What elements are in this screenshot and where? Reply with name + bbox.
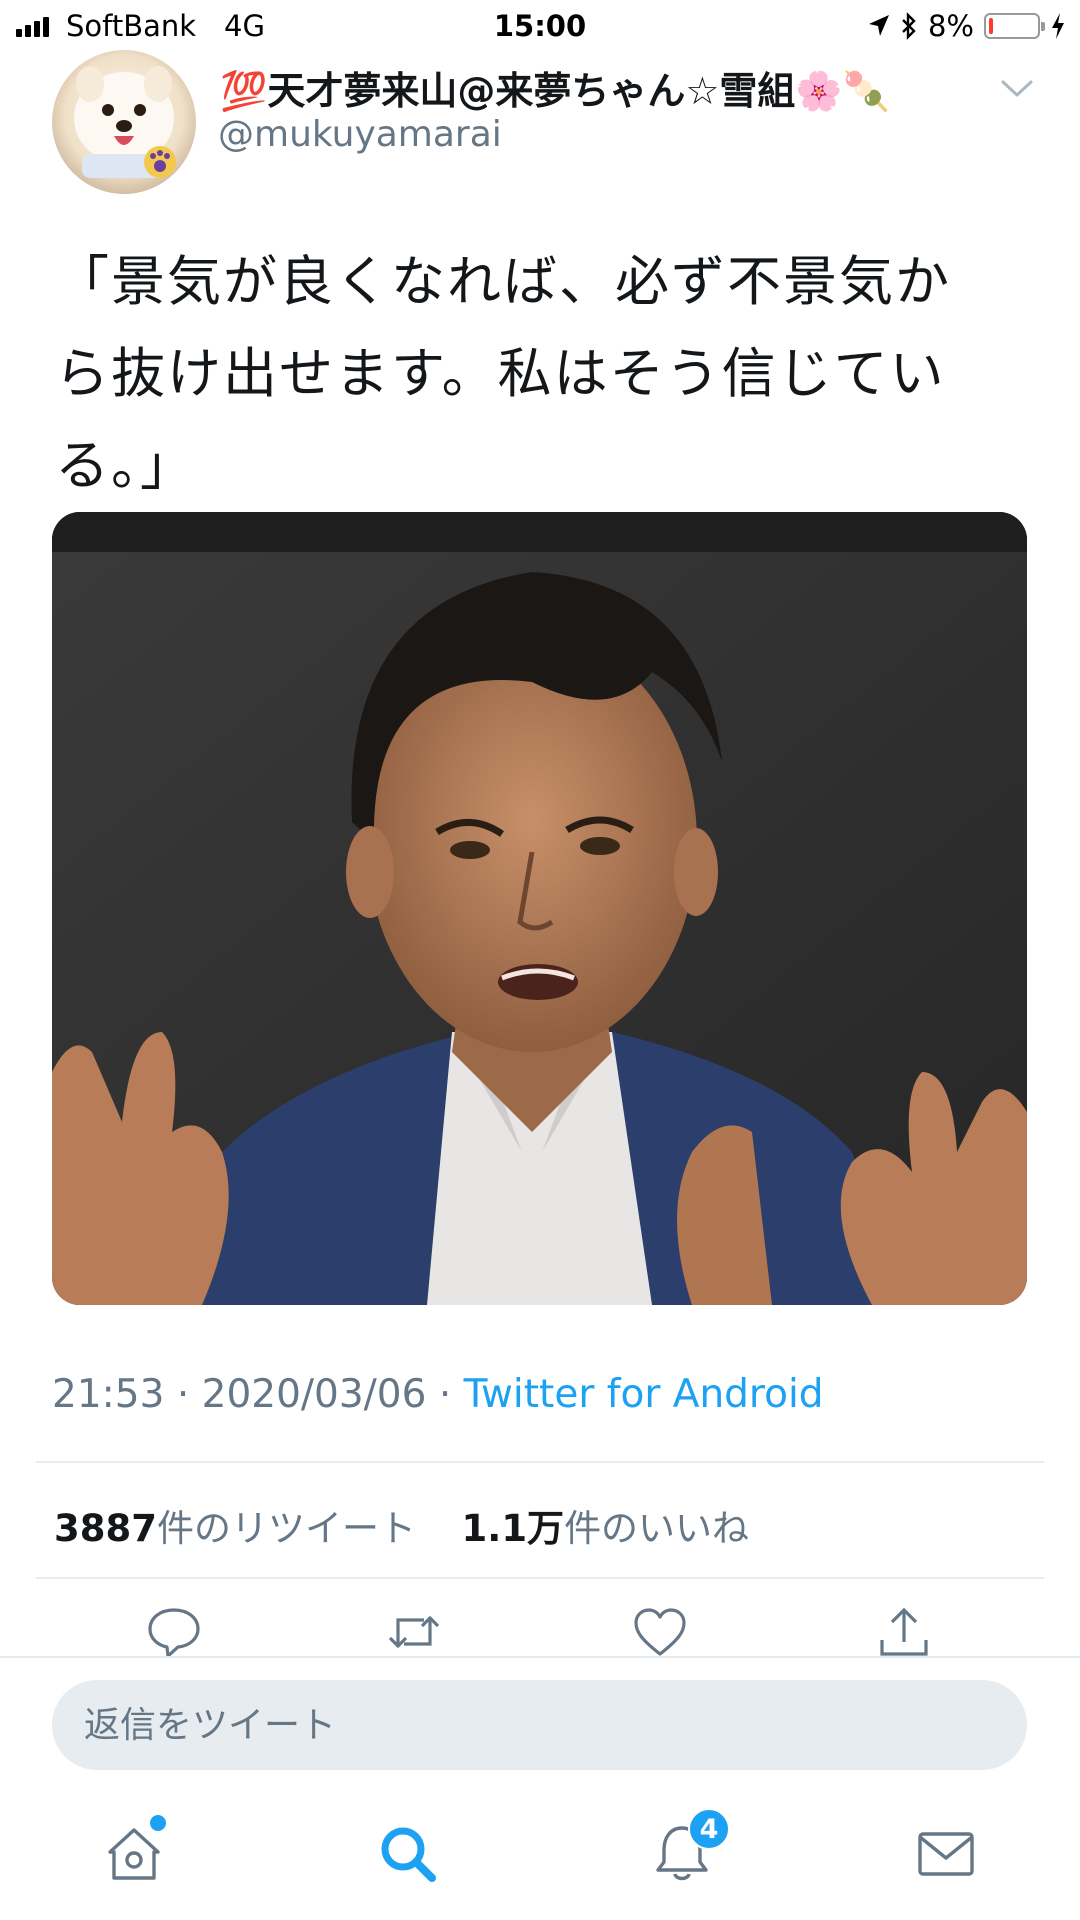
status-bar: SoftBank 4G 15:00 8% xyxy=(0,0,1080,52)
status-right: 8% xyxy=(868,9,1066,43)
retweet-icon xyxy=(388,1615,440,1649)
avatar[interactable] xyxy=(52,50,196,194)
messages-icon xyxy=(918,1832,974,1876)
tweet-photo[interactable] xyxy=(52,512,1027,1305)
tweet-meta: 21:53 · 2020/03/06 · Twitter for Android xyxy=(52,1372,824,1417)
search-icon xyxy=(381,1827,436,1882)
home-icon xyxy=(108,1828,160,1880)
reply-icon xyxy=(148,1608,200,1658)
share-button[interactable] xyxy=(876,1604,932,1660)
tab-messages[interactable] xyxy=(914,1822,978,1886)
tweet-time: 21:53 xyxy=(52,1372,165,1417)
share-icon xyxy=(880,1607,928,1656)
reply-button[interactable] xyxy=(146,1604,202,1660)
battery-icon xyxy=(984,13,1045,39)
like-button[interactable] xyxy=(632,1604,688,1660)
likes-label: 件のいいね xyxy=(564,1507,750,1550)
likes-stat[interactable]: 1.1万件のいいね xyxy=(462,1507,750,1550)
retweets-stat[interactable]: 3887件のリツイート xyxy=(54,1507,416,1550)
tab-search[interactable] xyxy=(376,1822,440,1886)
tweet-text-line: 「景気が良くなれば、必ず不景気か xyxy=(55,250,951,313)
separator: · xyxy=(176,1372,190,1417)
tweet-text-line: る。」 xyxy=(55,434,196,497)
like-icon xyxy=(634,1608,686,1656)
display-name[interactable]: 💯天才夢来山@来夢ちゃん☆雪組🌸🍡 xyxy=(220,60,960,115)
tweet-stats: 3887件のリツイート 1.1万件のいいね xyxy=(54,1498,749,1552)
divider xyxy=(36,1461,1044,1463)
charging-bolt-icon xyxy=(1052,13,1064,39)
home-new-dot xyxy=(150,1815,166,1831)
tweet-date: 2020/03/06 xyxy=(201,1372,427,1417)
tweet-text-line: ら抜け出せます。私はそう信じてい xyxy=(55,342,946,405)
divider xyxy=(36,1577,1044,1579)
retweet-button[interactable] xyxy=(386,1604,442,1660)
likes-count: 1.1万 xyxy=(461,1507,565,1550)
tweet-source-link[interactable]: Twitter for Android xyxy=(464,1372,824,1417)
tweet-detail-screen: SoftBank 4G 15:00 8% 💯天才夢来山@来夢ちゃん☆雪組🌸🍡 @… xyxy=(0,0,1080,1920)
tab-home[interactable] xyxy=(102,1822,166,1886)
bluetooth-icon xyxy=(902,12,916,40)
reply-composer[interactable] xyxy=(52,1680,1027,1770)
chevron-down-icon[interactable] xyxy=(1000,78,1034,100)
retweets-count: 3887 xyxy=(54,1507,157,1550)
reply-input[interactable] xyxy=(52,1680,1027,1770)
tweet-text: 「景気が良くなれば、必ず不景気か ら抜け出せます。私はそう信じてい る。」 xyxy=(55,236,1035,512)
notifications-badge: 4 xyxy=(688,1808,730,1850)
divider xyxy=(0,1656,1080,1658)
user-handle[interactable]: @mukuyamarai xyxy=(218,114,502,155)
location-arrow-icon xyxy=(868,15,889,36)
battery-percent: 8% xyxy=(927,9,974,43)
separator: · xyxy=(438,1372,452,1417)
retweets-label: 件のリツイート xyxy=(156,1507,416,1550)
